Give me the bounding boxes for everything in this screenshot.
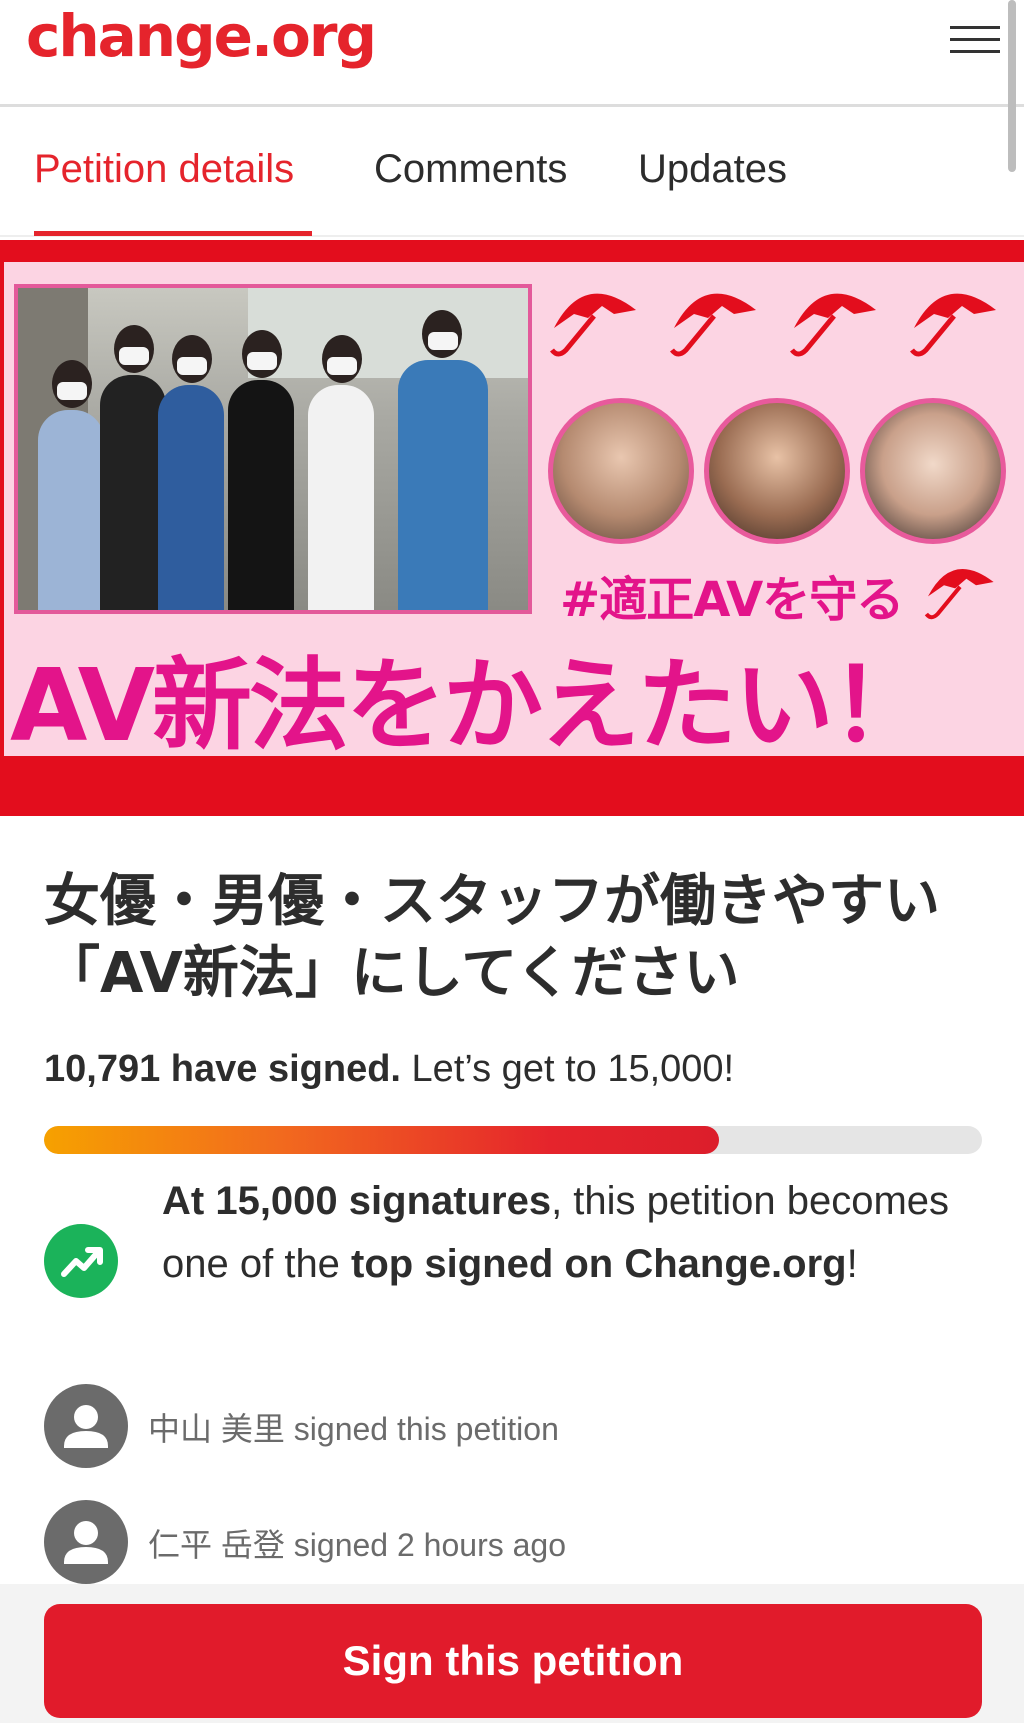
group-photo (14, 284, 532, 614)
umbrella-icon (924, 568, 994, 620)
signed-count-text: 10,791 have signed. (44, 1048, 401, 1090)
avatar (44, 1384, 128, 1468)
banner-hashtag: #適正AVを守る (560, 572, 904, 628)
trending-up-icon (44, 1224, 118, 1298)
signer-action: signed this petition (293, 1411, 559, 1447)
signer-text: 中山 美里 signed this petition (148, 1404, 559, 1450)
petition-banner-image: #適正AVを守る AV新法をかえたい！ (0, 240, 1024, 816)
banner-headline: AV新法をかえたい！ (10, 647, 931, 764)
signer-text: 仁平 岳登 signed 2 hours ago (148, 1520, 566, 1566)
hamburger-menu-icon[interactable] (950, 26, 1000, 64)
portrait-circle (548, 398, 694, 544)
goal-text: Let’s get to 15,000! (411, 1048, 735, 1090)
portrait-circle (860, 398, 1006, 544)
milestone-bold-top-signed: top signed on Change.org (351, 1242, 847, 1286)
signature-progress-bar (44, 1126, 982, 1154)
signer-name: 中山 美里 (148, 1411, 285, 1447)
signature-count: 10,791 have signed. Let’s get to 15,000! (44, 1048, 734, 1091)
sticky-footer: Sign this petition (0, 1584, 1024, 1723)
milestone-text-2: ! (846, 1242, 858, 1286)
progress-fill (44, 1126, 719, 1154)
milestone-message: At 15,000 signatures, this petition beco… (162, 1170, 982, 1296)
portrait-circle (704, 398, 850, 544)
tab-updates[interactable]: Updates (638, 147, 787, 192)
umbrella-icon (790, 293, 876, 357)
milestone-bold-threshold: At 15,000 signatures (162, 1179, 552, 1223)
recent-signer: 仁平 岳登 signed 2 hours ago (44, 1500, 944, 1584)
signer-action: signed 2 hours ago (293, 1527, 566, 1563)
tab-comments[interactable]: Comments (374, 147, 567, 192)
umbrella-icon (550, 293, 636, 357)
umbrella-icon (670, 293, 756, 357)
site-header: change.org (0, 0, 1024, 107)
sign-petition-button[interactable]: Sign this petition (44, 1604, 982, 1718)
petition-title: 女優・男優・スタッフが働きやすい「AV新法」にしてください (44, 869, 940, 1006)
avatar (44, 1500, 128, 1584)
umbrella-icon (910, 293, 996, 357)
recent-signer: 中山 美里 signed this petition (44, 1384, 944, 1468)
signer-name: 仁平 岳登 (148, 1527, 285, 1563)
petition-tabs: Petition details Comments Updates (0, 107, 1024, 237)
change-org-logo[interactable]: change.org (26, 2, 377, 70)
tab-petition-details[interactable]: Petition details (34, 147, 294, 192)
active-tab-indicator (34, 231, 312, 236)
